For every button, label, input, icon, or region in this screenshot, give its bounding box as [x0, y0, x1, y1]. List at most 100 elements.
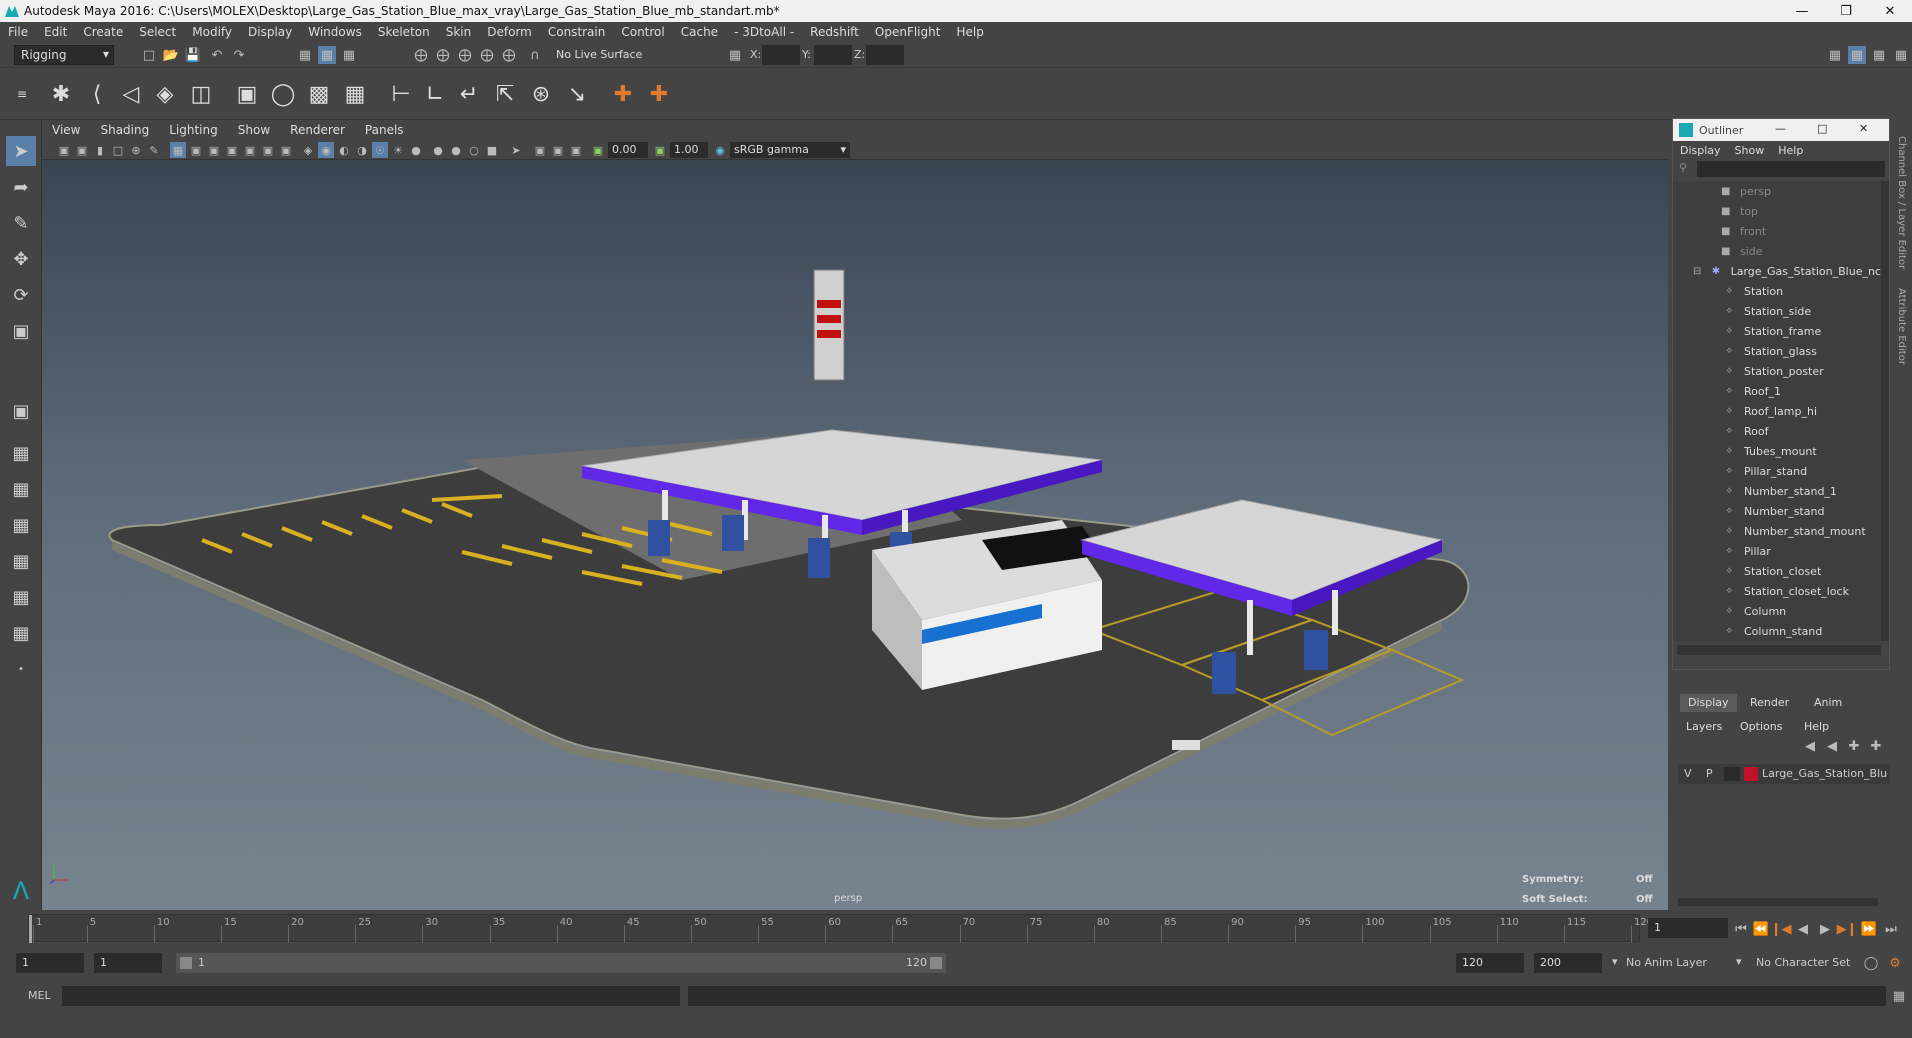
preferences-icon[interactable]: ⚙ — [1886, 954, 1904, 972]
outliner-menu-display[interactable]: Display — [1673, 144, 1728, 157]
z-field[interactable] — [866, 45, 904, 65]
close-button[interactable]: ✕ — [1868, 0, 1912, 22]
scale-constraint-icon[interactable]: ⇱ — [490, 78, 520, 110]
layer-playback-toggle[interactable]: P — [1706, 767, 1713, 780]
tree-item-mesh[interactable]: ✧ Station_closet — [1673, 561, 1881, 581]
wireframe-on-shaded-icon[interactable]: ◐ — [336, 142, 352, 158]
image-plane-icon[interactable]: □ — [110, 142, 126, 158]
move-layer-up-icon[interactable]: ◀ — [1802, 738, 1818, 754]
gate-mask-icon[interactable]: ▣ — [224, 142, 240, 158]
viewport-menu-lighting[interactable]: Lighting — [159, 123, 228, 137]
lasso-tool-icon[interactable]: ➦ — [6, 172, 36, 202]
ik-spline-icon[interactable]: ◁ — [116, 78, 146, 110]
step-forward-key-icon[interactable]: ⏩ — [1860, 920, 1878, 938]
layers-menu-options[interactable]: Options — [1740, 720, 1782, 733]
tree-item-camera[interactable]: ■ top — [1673, 201, 1881, 221]
viewport-persp[interactable]: persp Symmetry: Off Soft Select: Off — [42, 160, 1668, 910]
playback-end-field[interactable]: 120 — [1456, 953, 1524, 973]
anim-layer-dropdown[interactable]: No Anim Layer — [1626, 956, 1707, 969]
smooth-shade-icon[interactable]: ◉ — [318, 142, 334, 158]
save-scene-icon[interactable]: 💾 — [184, 46, 202, 64]
safe-action-icon[interactable]: ▣ — [260, 142, 276, 158]
orient-joint-icon[interactable]: ◫ — [186, 78, 216, 110]
tool-settings-icon[interactable]: ▦ — [1870, 46, 1888, 64]
outliner-menu-help[interactable]: Help — [1771, 144, 1810, 157]
new-layer-icon[interactable]: ✚ — [1846, 738, 1862, 754]
minimize-button[interactable]: — — [1780, 0, 1824, 22]
viewport-menu-renderer[interactable]: Renderer — [280, 123, 355, 137]
film-gate-icon[interactable]: ▣ — [188, 142, 204, 158]
aim-constraint-icon[interactable]: ⊛ — [526, 78, 556, 110]
chevron-down-icon[interactable]: ▾ — [1612, 955, 1618, 968]
layout-hypershade-icon[interactable]: ▦ — [6, 618, 36, 648]
new-scene-icon[interactable]: □ — [140, 46, 158, 64]
shadows-icon[interactable]: ☀ — [390, 142, 406, 158]
step-back-frame-icon[interactable]: ❙◀ — [1771, 920, 1792, 938]
menu-display[interactable]: Display — [240, 25, 300, 39]
lattice-icon[interactable]: ▦ — [340, 78, 370, 110]
snap-view-icon[interactable]: ⨁ — [478, 46, 496, 64]
tree-item-mesh[interactable]: ✧ Roof_lamp_hi — [1673, 401, 1881, 421]
timeline-bar[interactable]: 1 5 10 15 20 25 30 35 40 45 50 55 60 65 70 75 80 85 90 95 10… — [28, 914, 1653, 943]
ik-handle-icon[interactable]: ⟨ — [82, 78, 112, 110]
resolution-gate-icon[interactable]: ▣ — [206, 142, 222, 158]
current-time-marker[interactable] — [29, 915, 32, 943]
menu-redshift[interactable]: Redshift — [802, 25, 867, 39]
redo-icon[interactable]: ↷ — [230, 46, 248, 64]
xray-icon[interactable]: ➤ — [508, 142, 524, 158]
auto-key-icon[interactable]: ◯ — [1862, 954, 1880, 972]
smooth-bind-icon[interactable]: ◯ — [268, 78, 298, 110]
step-forward-frame-icon[interactable]: ▶❙ — [1837, 920, 1858, 938]
menu-modify[interactable]: Modify — [184, 25, 240, 39]
modeling-toolkit-icon[interactable]: ▦ — [1826, 46, 1844, 64]
chevron-down-icon[interactable]: ▾ — [1736, 955, 1742, 968]
live-surface-label[interactable]: No Live Surface — [556, 48, 642, 61]
exposure-field[interactable]: 0.00 — [608, 142, 648, 158]
select-tool-icon[interactable]: ➤ — [6, 136, 36, 166]
outliner-menu-show[interactable]: Show — [1728, 144, 1772, 157]
outliner-close-button[interactable]: ✕ — [1859, 122, 1868, 135]
layout-more-icon[interactable]: • — [6, 654, 36, 684]
step-back-key-icon[interactable]: ⏪ — [1752, 920, 1770, 938]
magnet-icon[interactable]: ∩ — [526, 46, 544, 64]
menu-select[interactable]: Select — [131, 25, 184, 39]
layer-visibility-toggle[interactable]: V — [1684, 767, 1692, 780]
move-tool-icon[interactable]: ✥ — [6, 244, 36, 274]
menu-edit[interactable]: Edit — [36, 25, 75, 39]
outliner-maximize-button[interactable]: □ — [1817, 122, 1827, 135]
anti-aliasing-icon[interactable]: ● — [448, 142, 464, 158]
layout-two-icon[interactable]: ▦ — [6, 474, 36, 504]
go-to-end-icon[interactable]: ⏭ — [1882, 920, 1900, 938]
tree-item-mesh[interactable]: ✧ Number_stand — [1673, 501, 1881, 521]
xray-components-icon[interactable]: ▣ — [550, 142, 566, 158]
layer-type-toggle[interactable] — [1724, 767, 1740, 781]
locator-icon[interactable]: ✚ — [608, 78, 638, 110]
layers-tab-display[interactable]: Display — [1680, 694, 1737, 712]
isolate-select-icon[interactable]: ■ — [484, 142, 500, 158]
tree-item-mesh[interactable]: ✧ Tubes_mount — [1673, 441, 1881, 461]
pole-vector-icon[interactable]: ↘ — [562, 78, 592, 110]
snap-curve-icon[interactable]: ⨁ — [434, 46, 452, 64]
construction-history-icon[interactable]: ▦ — [726, 46, 744, 64]
open-scene-icon[interactable]: 📂 — [162, 46, 180, 64]
snap-grid-icon[interactable]: ⨁ — [412, 46, 430, 64]
menu-cache[interactable]: Cache — [673, 25, 726, 39]
select-hierarchy-icon[interactable]: ▦ — [296, 46, 314, 64]
range-end-handle[interactable] — [930, 957, 942, 969]
use-lights-icon[interactable]: ☉ — [372, 142, 388, 158]
bind-skin-icon[interactable]: ▣ — [232, 78, 262, 110]
viewport-menu-view[interactable]: View — [42, 123, 90, 137]
select-component-icon[interactable]: ▦ — [340, 46, 358, 64]
menu-openflight[interactable]: OpenFlight — [867, 25, 949, 39]
layout-persp-graph-icon[interactable]: ▦ — [6, 582, 36, 612]
camera-icon[interactable]: ▣ — [56, 142, 72, 158]
attribute-editor-tab[interactable]: Attribute Editor — [1896, 288, 1907, 365]
current-frame-field[interactable]: 1 — [1648, 918, 1728, 938]
tree-item-mesh[interactable]: ✧ Station_side — [1673, 301, 1881, 321]
layers-menu-layers[interactable]: Layers — [1686, 720, 1722, 733]
outliner-minimize-button[interactable]: — — [1775, 122, 1786, 135]
tree-item-mesh[interactable]: ✧ Pillar — [1673, 541, 1881, 561]
undo-icon[interactable]: ↶ — [208, 46, 226, 64]
textured-icon[interactable]: ◑ — [354, 142, 370, 158]
depth-of-field-icon[interactable]: ○ — [466, 142, 482, 158]
